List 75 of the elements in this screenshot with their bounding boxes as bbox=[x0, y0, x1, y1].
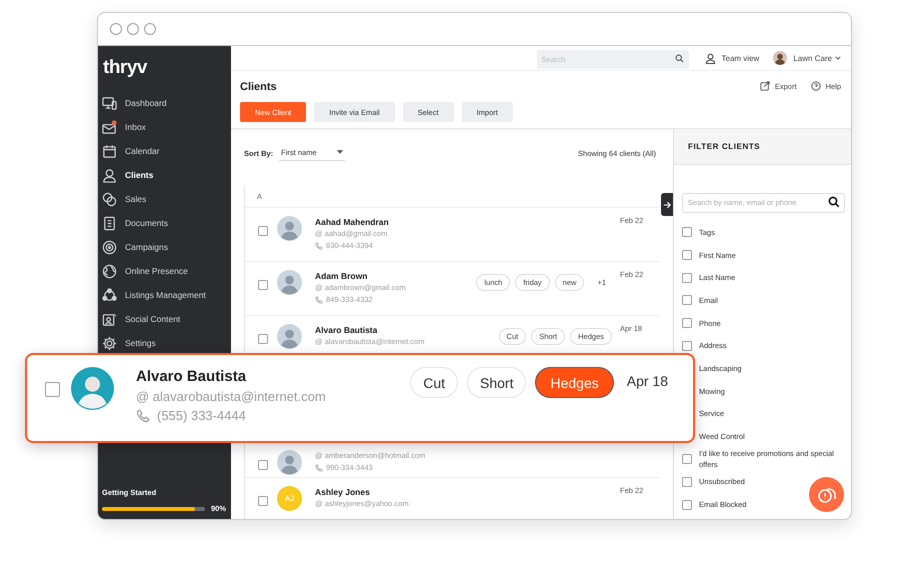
checkbox[interactable] bbox=[258, 496, 268, 506]
checkbox[interactable] bbox=[682, 295, 692, 306]
tag[interactable]: Short bbox=[467, 367, 526, 398]
avatar-photo bbox=[277, 324, 302, 349]
checkbox[interactable] bbox=[682, 250, 692, 260]
logo: thryv bbox=[103, 56, 147, 80]
document-icon bbox=[102, 216, 117, 230]
client-email: @ alavarobautista@internet.com bbox=[136, 388, 327, 406]
sidebar-item[interactable]: Calendar bbox=[98, 139, 231, 163]
avatar-photo bbox=[71, 367, 114, 410]
checkbox[interactable] bbox=[258, 460, 268, 470]
checkbox[interactable] bbox=[682, 454, 692, 464]
tag[interactable]: Cut bbox=[410, 367, 458, 398]
checkbox[interactable] bbox=[682, 500, 692, 510]
client-date: Apr 18 bbox=[626, 373, 668, 389]
window-control-dot[interactable] bbox=[144, 23, 156, 35]
arrow-right-icon bbox=[663, 200, 671, 208]
avatar-photo bbox=[277, 270, 302, 295]
sidebar-item[interactable]: Inbox bbox=[98, 115, 231, 139]
team-view-button[interactable]: Team view bbox=[704, 52, 760, 64]
phone-icon bbox=[315, 464, 323, 472]
image-icon bbox=[102, 312, 117, 326]
search-icon bbox=[828, 196, 840, 208]
phone-icon bbox=[136, 408, 150, 422]
client-name: Alvaro Bautista bbox=[315, 324, 378, 336]
window-control-dot[interactable] bbox=[110, 23, 122, 35]
checkbox[interactable] bbox=[682, 272, 692, 283]
collapse-panel-button[interactable] bbox=[661, 193, 673, 216]
avatar-initials: AJ bbox=[277, 486, 302, 511]
sidebar-item[interactable]: Clients bbox=[98, 163, 231, 187]
checkbox[interactable] bbox=[682, 476, 692, 487]
client-name: Alvaro Bautista bbox=[136, 367, 248, 387]
envelope-icon bbox=[102, 120, 117, 134]
checkbox[interactable] bbox=[682, 318, 692, 328]
sidebar-item[interactable]: Dashboard bbox=[98, 91, 231, 115]
sidebar-item[interactable]: Campaigns bbox=[98, 235, 231, 259]
monitor-icon bbox=[102, 96, 117, 110]
checkbox[interactable] bbox=[258, 334, 268, 344]
phone-icon bbox=[315, 242, 323, 250]
sidebar-item[interactable]: Settings bbox=[98, 331, 231, 355]
help-icon bbox=[810, 81, 821, 91]
avatar-photo bbox=[773, 51, 788, 65]
caret-icon bbox=[336, 150, 343, 154]
caret-icon bbox=[835, 56, 841, 60]
avatar-photo bbox=[277, 216, 302, 241]
search-icon bbox=[674, 54, 684, 62]
person-icon bbox=[102, 168, 117, 182]
calendar-icon bbox=[102, 144, 117, 158]
sidebar-item[interactable]: Sales bbox=[98, 187, 231, 211]
account-menu[interactable]: Lawn Care bbox=[773, 51, 841, 65]
window-control-dot[interactable] bbox=[127, 23, 139, 35]
filter-title: FILTER CLIENTS bbox=[688, 142, 760, 151]
globe-icon bbox=[102, 264, 117, 278]
checkbox[interactable] bbox=[682, 227, 692, 238]
target-icon bbox=[102, 240, 117, 254]
sidebar-item[interactable]: Listings Management bbox=[98, 283, 231, 307]
avatar-photo bbox=[277, 450, 302, 475]
checkbox[interactable] bbox=[682, 340, 692, 351]
client-name: Adam Brown bbox=[315, 270, 368, 282]
client-phone: (555) 333-4444 bbox=[157, 407, 246, 425]
page-title: Clients bbox=[240, 81, 278, 94]
sidebar-item[interactable]: Social Content bbox=[98, 307, 231, 331]
checkbox[interactable] bbox=[258, 280, 268, 290]
gear-icon bbox=[102, 336, 117, 350]
client-name: Ashley Jones bbox=[315, 486, 371, 498]
phone-icon bbox=[315, 296, 323, 304]
export-icon bbox=[760, 81, 770, 91]
checkbox[interactable] bbox=[258, 226, 268, 236]
coins-icon bbox=[102, 192, 117, 206]
sidebar-item[interactable]: Online Presence bbox=[98, 259, 231, 283]
checkbox[interactable] bbox=[45, 382, 60, 397]
network-icon bbox=[102, 288, 117, 302]
sidebar-item[interactable]: Documents bbox=[98, 211, 231, 235]
client-name: Aahad Mahendran bbox=[315, 216, 390, 228]
person-icon bbox=[704, 52, 716, 64]
